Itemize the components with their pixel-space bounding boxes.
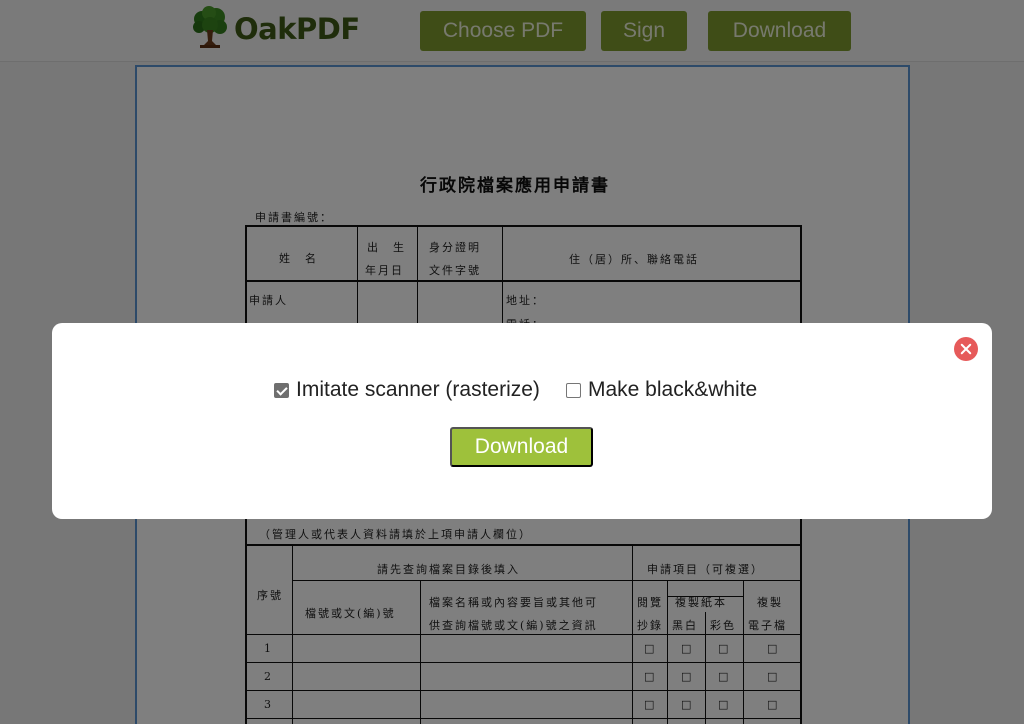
imitate-scanner-label: Imitate scanner (rasterize) bbox=[296, 378, 540, 401]
download-options-modal: Imitate scanner (rasterize) Make black&w… bbox=[52, 323, 992, 519]
download-button[interactable]: Download bbox=[450, 427, 593, 467]
black-white-option[interactable]: Make black&white bbox=[566, 378, 757, 402]
imitate-scanner-checkbox[interactable] bbox=[274, 382, 289, 398]
black-white-label: Make black&white bbox=[588, 378, 758, 401]
black-white-checkbox[interactable] bbox=[566, 382, 581, 398]
close-icon[interactable] bbox=[954, 337, 978, 361]
imitate-scanner-option[interactable]: Imitate scanner (rasterize) bbox=[274, 378, 540, 402]
